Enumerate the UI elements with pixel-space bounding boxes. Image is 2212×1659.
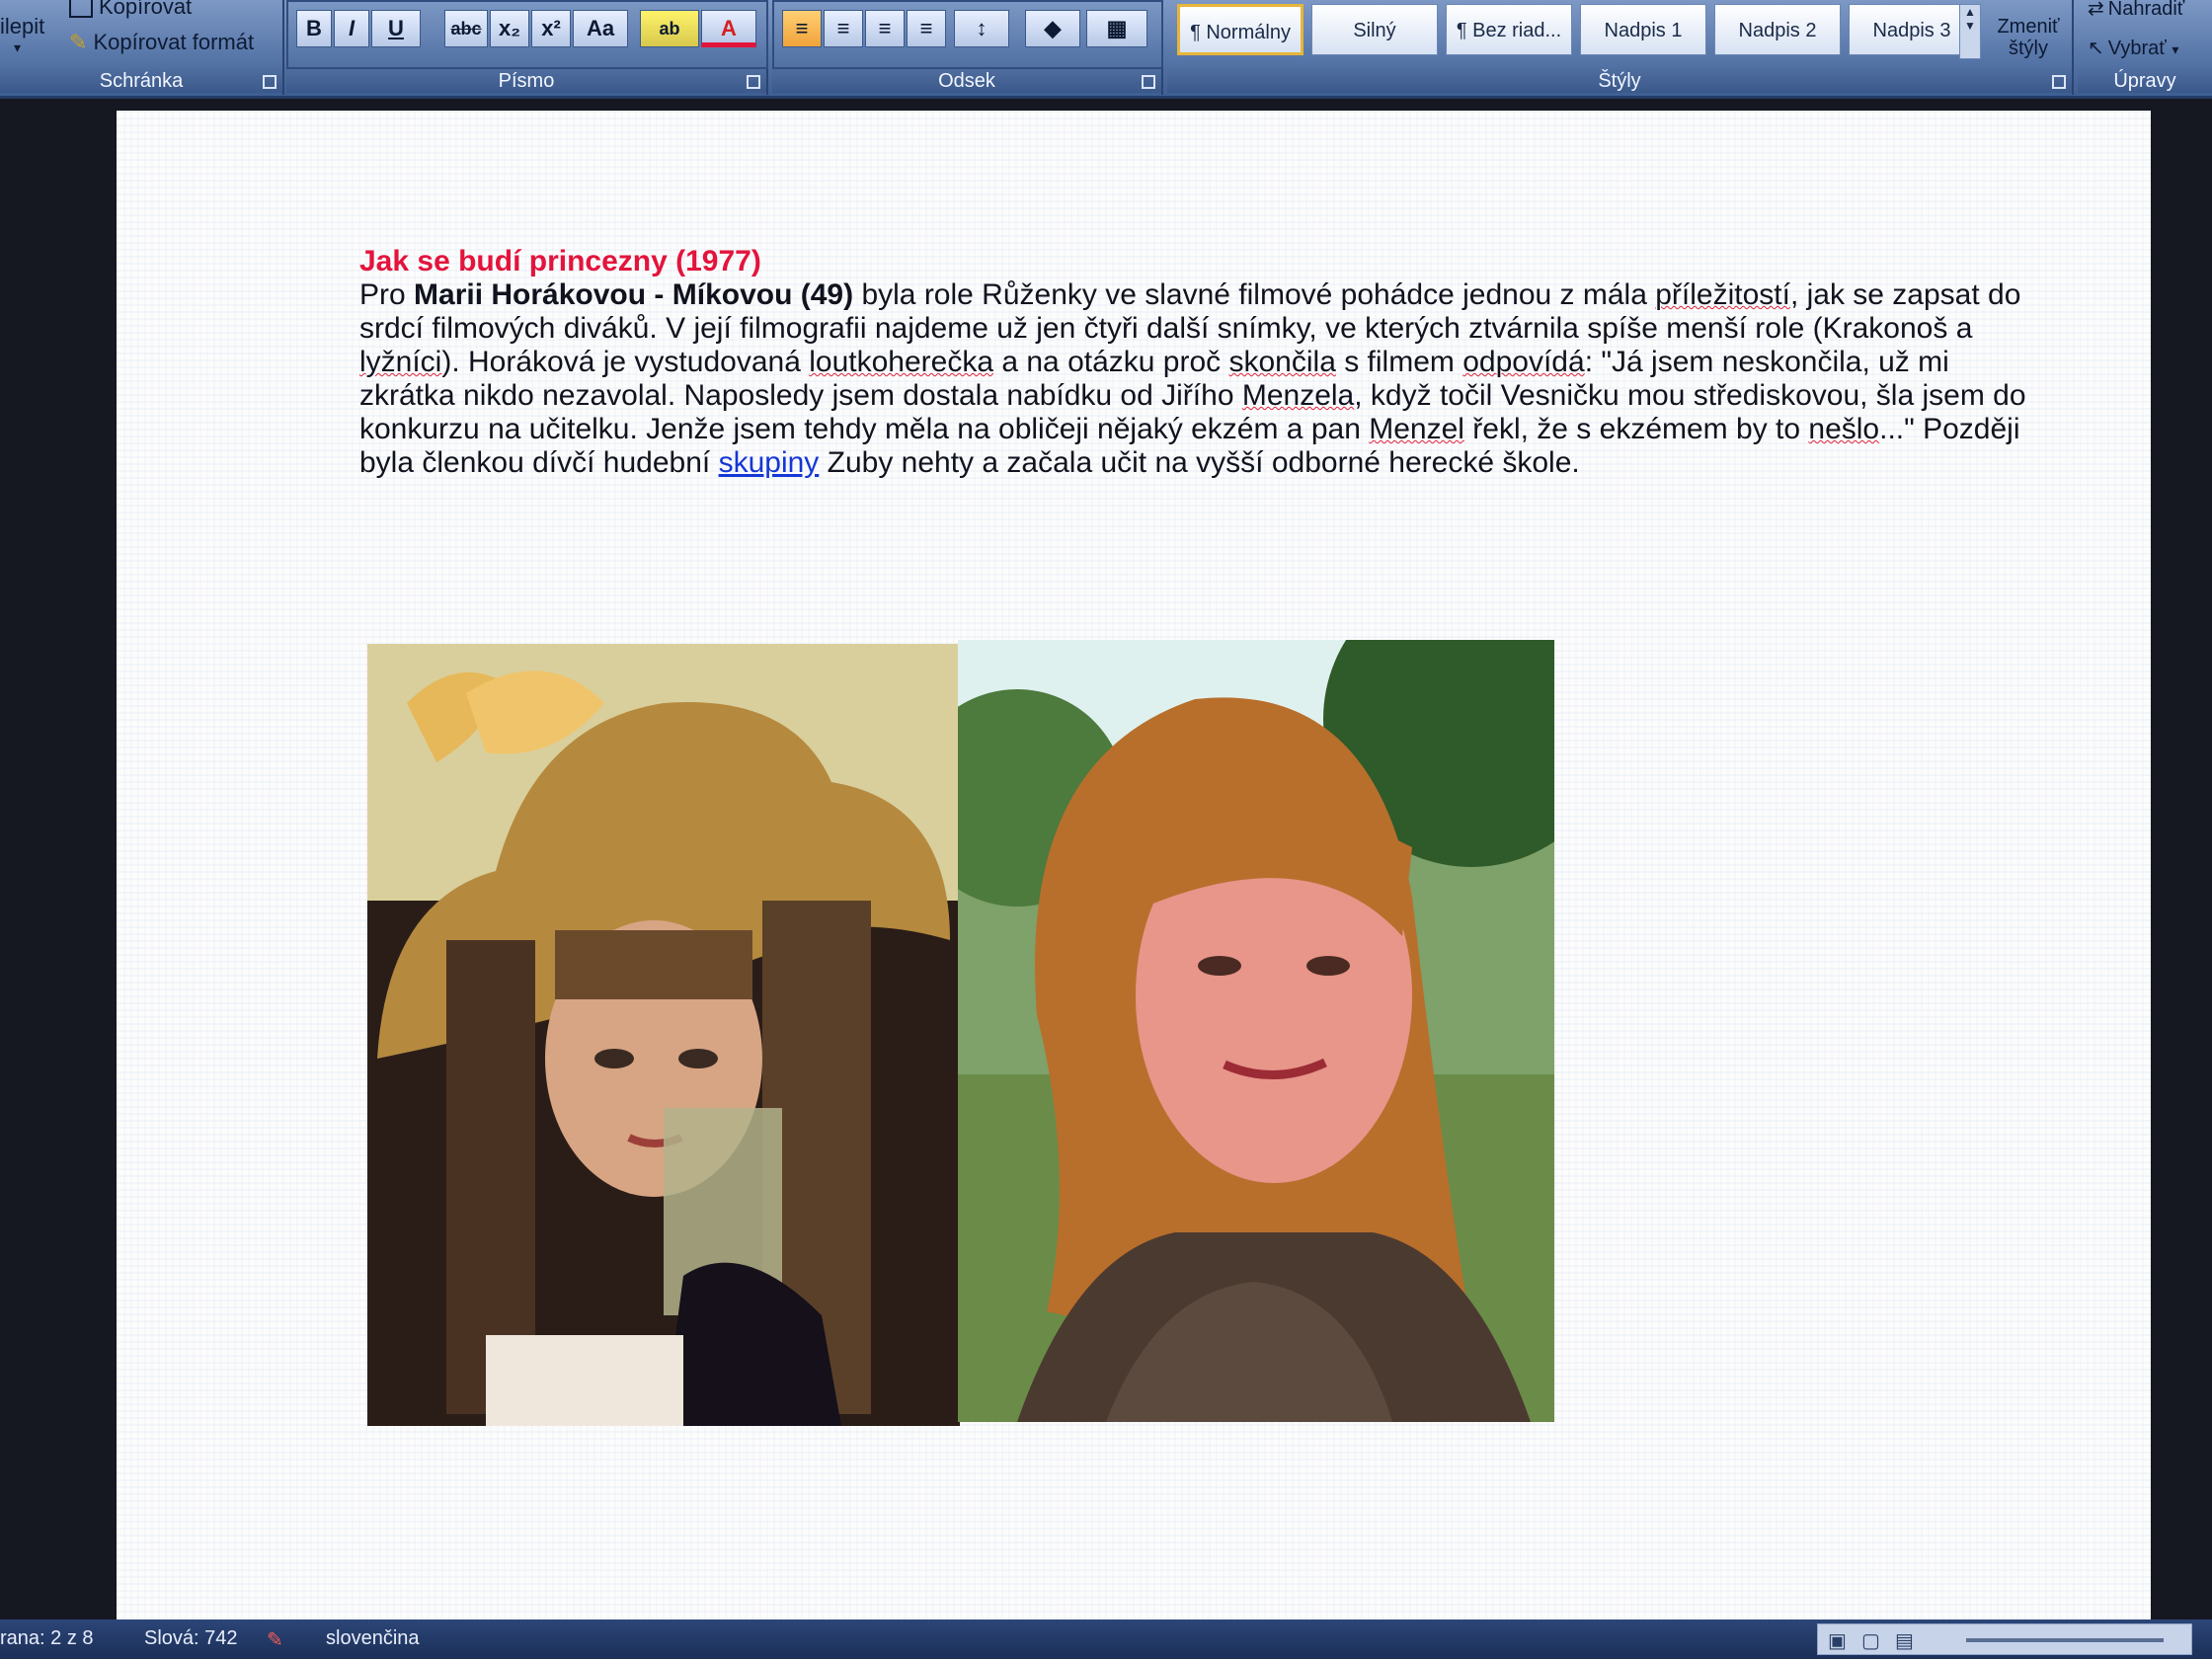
change-styles-button[interactable]: Zmeniť štýly [1989, 16, 2068, 59]
format-painter-label: Kopírovat formát [93, 30, 255, 54]
style-heading-3[interactable]: Nadpis 3 [1849, 4, 1975, 55]
spelling-error[interactable]: příležitostí [1655, 278, 1790, 311]
replace-button[interactable]: ⇄ Nahradiť [2088, 0, 2184, 21]
style-strong[interactable]: Silný [1311, 4, 1438, 55]
spelling-error[interactable]: skončila [1229, 346, 1336, 378]
bold-name: Marii Horákovou - Míkovou (49) [414, 278, 854, 311]
style-heading-1[interactable]: Nadpis 1 [1580, 4, 1706, 55]
chevron-down-icon: ▾ [14, 40, 22, 55]
paragraph-group-label: Odsek [772, 69, 1161, 93]
text-run: a na otázku proč [993, 346, 1229, 378]
text-run: Zuby nehty a začala učit na vyšší odborn… [819, 446, 1580, 479]
clipboard-group-label: Schránka [0, 69, 282, 93]
copy-label: Kopírovat [99, 0, 193, 19]
line-spacing-icon: ↕ [976, 16, 988, 40]
status-bar: rana: 2 z 8 Slová: 742 ✎ slovenčina ▣ ▢ … [0, 1620, 2212, 1659]
replace-label: Nahradiť [2107, 0, 2185, 20]
full-screen-icon[interactable]: ▢ [1861, 1628, 1880, 1653]
align-right-icon: ≡ [878, 16, 892, 40]
spellcheck-icon[interactable]: ✎ [267, 1627, 283, 1652]
document-page[interactable]: Jak se budí princezny (1977) Pro Marii H… [117, 111, 2151, 1620]
web-layout-icon[interactable]: ▤ [1895, 1628, 1914, 1653]
page-count[interactable]: rana: 2 z 8 [0, 1627, 94, 1650]
styles-group: ¶ Normálny Silný ¶ Bez riad... Nadpis 1 … [1167, 0, 2074, 95]
paste-label: ilepit [0, 14, 45, 39]
justify-icon: ≡ [919, 16, 933, 40]
paragraph-group: ≡ ≡ ≡ ≡ ↕ ◆ ▦ Odsek [772, 0, 1163, 95]
spelling-error[interactable]: loutkoherečka [809, 346, 993, 378]
spelling-error[interactable]: odpovídá [1462, 346, 1584, 378]
hyperlink[interactable]: skupiny [719, 446, 820, 479]
spelling-error[interactable]: Menzela [1242, 379, 1354, 412]
change-case-button[interactable]: Aa [573, 10, 628, 47]
copy-icon [69, 0, 93, 19]
ribbon: ilepit ▾ Kopírovat ✎ Kopírovat formát Sch… [0, 0, 2212, 99]
select-label: Vybrať [2107, 38, 2167, 59]
styles-launcher-icon[interactable] [2052, 75, 2066, 89]
format-painter-button[interactable]: ✎ Kopírovat formát [69, 30, 254, 55]
photo-actress-today[interactable] [958, 640, 1554, 1422]
highlight-button[interactable]: ab [640, 10, 699, 47]
paint-bucket-icon: ◆ [1044, 16, 1062, 40]
text-run: řekl, že s ekzémem by to [1463, 413, 1809, 445]
spelling-error[interactable]: nešlo [1808, 413, 1879, 445]
font-group: B I U abc x₂ x² Aa ab A Písmo [286, 0, 768, 95]
select-button[interactable]: ↖ Vybrať ▾ [2088, 36, 2178, 60]
clipboard-launcher-icon[interactable] [263, 75, 276, 89]
justify-button[interactable]: ≡ [907, 10, 946, 47]
paste-button[interactable]: ilepit ▾ [0, 14, 44, 56]
chevron-down-icon: ▾ [2172, 41, 2179, 57]
document-text[interactable]: Jak se budí princezny (1977) Pro Marii H… [359, 245, 2028, 480]
change-styles-label: Zmeniť štýly [1997, 16, 2060, 59]
styles-scroll[interactable]: ▲ ▼ [1959, 4, 1981, 59]
text-run: ). Horáková je vystudovaná [441, 346, 810, 378]
italic-button[interactable]: I [334, 10, 369, 47]
spelling-error[interactable]: Menzel [1369, 413, 1464, 445]
article-heading: Jak se budí princezny (1977) [359, 245, 761, 277]
align-center-button[interactable]: ≡ [824, 10, 863, 47]
editing-group-label: Úpravy [2078, 69, 2212, 93]
language-indicator[interactable]: slovenčina [326, 1627, 420, 1650]
copy-button[interactable]: Kopírovat [69, 0, 192, 20]
zoom-slider[interactable] [1966, 1638, 2164, 1642]
editing-group: ⇄ Nahradiť ↖ Vybrať ▾ Úpravy [2078, 0, 2212, 95]
styles-group-label: Štýly [1167, 69, 2072, 93]
align-right-button[interactable]: ≡ [865, 10, 905, 47]
underline-button[interactable]: U [371, 10, 421, 47]
superscript-button[interactable]: x² [531, 10, 571, 47]
article-paragraph: Pro Marii Horákovou - Míkovou (49) byla … [359, 278, 2028, 480]
document-area: Jak se budí princezny (1977) Pro Marii H… [0, 99, 2212, 1620]
text-run: s filmem [1335, 346, 1463, 378]
borders-button[interactable]: ▦ [1086, 10, 1147, 47]
style-heading-2[interactable]: Nadpis 2 [1714, 4, 1841, 55]
photo-right-illustration [958, 640, 1554, 1422]
clipboard-group: ilepit ▾ Kopírovat ✎ Kopírovat formát Sch… [0, 0, 284, 95]
photo-left-illustration [367, 644, 960, 1426]
align-left-button[interactable]: ≡ [782, 10, 822, 47]
spelling-error[interactable]: lyžníci [359, 346, 441, 378]
format-painter-icon: ✎ [69, 30, 88, 54]
text-run: Pro [359, 278, 415, 311]
align-left-icon: ≡ [795, 16, 809, 40]
print-layout-icon[interactable]: ▣ [1828, 1628, 1847, 1653]
cursor-icon: ↖ [2088, 38, 2104, 59]
font-group-label: Písmo [286, 69, 766, 93]
shading-button[interactable]: ◆ [1025, 10, 1080, 47]
bold-button[interactable]: B [296, 10, 332, 47]
line-spacing-button[interactable]: ↕ [954, 10, 1009, 47]
strikethrough-button[interactable]: abc [444, 10, 488, 47]
style-normal[interactable]: ¶ Normálny [1177, 4, 1304, 55]
style-no-spacing[interactable]: ¶ Bez riad... [1446, 4, 1572, 55]
view-buttons[interactable]: ▣ ▢ ▤ [1817, 1623, 2192, 1655]
photo-princess-costume[interactable] [367, 644, 960, 1426]
replace-icon: ⇄ [2088, 0, 2104, 20]
subscript-button[interactable]: x₂ [490, 10, 529, 47]
borders-icon: ▦ [1106, 16, 1128, 40]
font-color-button[interactable]: A [701, 10, 756, 47]
font-launcher-icon[interactable] [747, 75, 760, 89]
word-count[interactable]: Slová: 742 [144, 1627, 238, 1650]
align-center-icon: ≡ [836, 16, 850, 40]
paragraph-launcher-icon[interactable] [1142, 75, 1155, 89]
text-run: byla role Růženky ve slavné filmové pohá… [853, 278, 1656, 311]
